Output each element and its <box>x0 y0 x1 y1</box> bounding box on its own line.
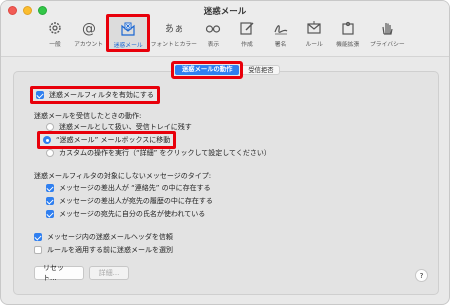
exempt-sender-in-contacts-label: メッセージの差出人が “連絡先” の中に存在する <box>59 184 211 192</box>
tab-accounts[interactable]: @ アカウント <box>73 18 105 52</box>
tab-composing-label: 作成 <box>241 42 253 48</box>
tab-accounts-label: アカウント <box>74 42 104 48</box>
exempt-addressed-full-name-label: メッセージの宛先に自分の氏名が使われている <box>59 210 206 218</box>
rules-icon <box>307 21 321 34</box>
compose-icon <box>240 22 254 35</box>
fonts-icon: あぁ <box>166 23 182 35</box>
segment-junk-behavior-label: 迷惑メールの動作 <box>175 65 240 75</box>
tab-general[interactable]: 一般 <box>39 18 71 52</box>
details-button[interactable]: 詳細... <box>89 266 129 280</box>
tab-viewing[interactable]: 表示 <box>197 18 229 52</box>
enable-junk-filter-checkbox[interactable] <box>36 91 44 99</box>
trust-junk-headers-checkbox[interactable] <box>34 233 42 241</box>
tab-privacy[interactable]: プライバシー <box>365 18 409 52</box>
help-button[interactable]: ? <box>415 269 428 282</box>
tab-viewing-label: 表示 <box>207 42 220 48</box>
exempt-sender-in-recents[interactable]: メッセージの差出人が宛先の履歴の中に存在する <box>46 196 213 206</box>
option-move-to-junk-label: “迷惑メール” メールボックスに移動 <box>56 136 171 144</box>
option-mark-leave-inbox-radio[interactable] <box>46 123 54 131</box>
exempt-sender-in-contacts-checkbox[interactable] <box>46 184 54 192</box>
tab-fonts-colors-label: フォントとカラー <box>150 42 197 48</box>
window-title: 迷惑メール <box>203 7 247 17</box>
option-custom-actions-label: カスタムの操作を実行（“詳細” をクリックして設定してください） <box>59 149 271 157</box>
glasses-icon <box>206 25 221 33</box>
option-move-to-junk[interactable]: “迷惑メール” メールボックスに移動 <box>37 131 177 149</box>
tab-rules-label: ルール <box>305 42 323 48</box>
option-custom-actions-radio[interactable] <box>46 149 54 157</box>
gear-icon <box>49 22 61 34</box>
filter-before-rules-label: ルールを適用する前に迷惑メールを選別 <box>47 246 173 254</box>
trust-junk-headers-label: メッセージ内の迷惑メールヘッダを信頼 <box>47 233 173 241</box>
tab-extensions[interactable]: 機能拡張 <box>332 18 364 52</box>
exempt-heading: 迷惑メールフィルタの対象にしないメッセージのタイプ: <box>34 172 212 180</box>
extensions-icon <box>342 21 354 35</box>
at-sign-icon: @ <box>82 21 96 36</box>
segment-junk-behavior[interactable]: 迷惑メールの動作 <box>171 61 244 79</box>
signature-icon <box>274 25 287 35</box>
trust-junk-headers[interactable]: メッセージ内の迷惑メールヘッダを信頼 <box>34 232 173 242</box>
tab-signatures-label: 署名 <box>274 42 287 48</box>
exempt-addressed-full-name[interactable]: メッセージの宛先に自分の氏名が使われている <box>46 209 205 219</box>
junk-mail-segmented-control: 迷惑メールの動作 受信拒否 <box>171 61 280 79</box>
tab-junk-mail[interactable]: 迷惑メール <box>106 14 151 52</box>
exempt-addressed-full-name-checkbox[interactable] <box>46 210 54 218</box>
tab-privacy-label: プライバシー <box>370 42 405 48</box>
filter-before-rules[interactable]: ルールを適用する前に迷惑メールを選別 <box>34 245 173 255</box>
tab-composing[interactable]: 作成 <box>231 18 263 52</box>
preferences-toolbar: 一般 @ アカウント 迷惑メール あぁ フォントとカラー 表示 作成 <box>39 14 411 52</box>
option-custom-actions[interactable]: カスタムの操作を実行（“詳細” をクリックして設定してください） <box>46 148 271 158</box>
tab-signatures[interactable]: 署名 <box>265 18 297 52</box>
segment-blocked[interactable]: 受信拒否 <box>243 65 280 75</box>
tab-extensions-label: 機能拡張 <box>336 42 360 48</box>
exempt-sender-in-contacts[interactable]: メッセージの差出人が “連絡先” の中に存在する <box>46 183 211 193</box>
enable-junk-filter-label: 迷惑メールフィルタを有効にする <box>49 91 154 99</box>
title-bar: 迷惑メール 一般 @ アカウント 迷惑メール あぁ フォントとカラー 表示 <box>1 1 449 57</box>
tab-general-label: 一般 <box>49 42 61 48</box>
hand-icon <box>382 23 393 35</box>
received-heading: 迷惑メールを受信したときの動作: <box>34 112 142 120</box>
tab-junk-mail-label: 迷惑メール <box>113 43 143 49</box>
reset-button[interactable]: リセット... <box>34 264 84 282</box>
enable-junk-filter[interactable]: 迷惑メールフィルタを有効にする <box>30 86 160 104</box>
junk-mail-icon <box>121 22 135 36</box>
filter-before-rules-checkbox[interactable] <box>34 246 42 254</box>
exempt-sender-in-recents-label: メッセージの差出人が宛先の履歴の中に存在する <box>59 197 213 205</box>
svg-text:あぁ: あぁ <box>166 23 182 35</box>
tab-fonts-colors[interactable]: あぁ フォントとカラー <box>150 18 197 52</box>
option-move-to-junk-radio[interactable] <box>43 136 51 144</box>
exempt-sender-in-recents-checkbox[interactable] <box>46 197 54 205</box>
preferences-window: 迷惑メール 一般 @ アカウント 迷惑メール あぁ フォントとカラー 表示 <box>0 0 450 305</box>
tab-rules[interactable]: ルール <box>298 18 330 52</box>
svg-text:@: @ <box>82 21 96 36</box>
